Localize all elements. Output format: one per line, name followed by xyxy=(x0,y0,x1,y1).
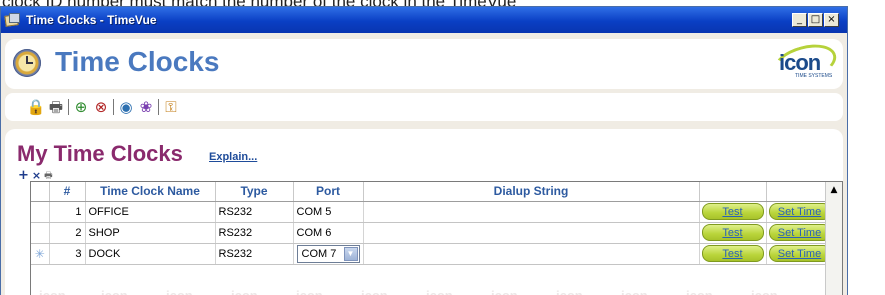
column-header-set-time xyxy=(766,182,834,202)
title-bar[interactable]: Time Clocks - TimeVue _ □ × xyxy=(1,7,847,33)
chevron-down-icon[interactable]: ▼ xyxy=(343,246,358,261)
watermark-logo: icon xyxy=(556,288,583,295)
add-row-icon[interactable]: + xyxy=(18,169,29,182)
grid-tools: + × 🖶 xyxy=(18,169,53,182)
clock-port-cell[interactable]: COM 5 xyxy=(293,201,364,223)
watermark-logo: icon xyxy=(166,288,193,295)
column-header-type[interactable]: Type xyxy=(215,182,294,202)
set-time-button[interactable]: Set Time xyxy=(768,224,831,241)
toolbar-separator xyxy=(113,99,114,115)
test-cell: Test xyxy=(699,201,767,223)
clock-type-cell[interactable]: RS232 xyxy=(215,201,294,223)
test-cell: Test xyxy=(699,222,767,244)
clock-port-cell[interactable]: COM 6 xyxy=(293,222,364,244)
test-button[interactable]: Test xyxy=(701,203,764,220)
window-title: Time Clocks - TimeVue xyxy=(26,13,157,27)
column-header-dialup[interactable]: Dialup String xyxy=(363,182,700,202)
watermark-logo: icon xyxy=(426,288,453,295)
watermark-logo: icon xyxy=(296,288,323,295)
clock-type-cell[interactable]: RS232 xyxy=(215,222,294,244)
table-header-row: # Time Clock Name Type Port Dialup Strin… xyxy=(31,182,834,202)
clock-number-cell[interactable]: 1 xyxy=(49,201,86,223)
window-controls: _ □ × xyxy=(792,13,839,27)
dialup-string-cell[interactable] xyxy=(363,243,700,265)
set-time-cell: Set Time xyxy=(766,243,834,265)
clock-number-cell[interactable]: 3 xyxy=(49,243,86,265)
minimize-button[interactable]: _ xyxy=(792,13,807,27)
clock-name-cell[interactable]: DOCK xyxy=(85,243,216,265)
scroll-up-icon[interactable]: ▲ xyxy=(828,184,840,196)
print-icon[interactable]: 🖶 xyxy=(47,98,65,116)
toolbar-separator xyxy=(158,99,159,115)
column-header-test xyxy=(699,182,767,202)
watermark-logo: icon xyxy=(751,288,778,295)
page-title: Time Clocks xyxy=(55,46,220,77)
dialup-string-cell[interactable] xyxy=(363,201,700,223)
keys-icon[interactable]: ⚿ xyxy=(162,98,180,116)
watermark-logo: icon xyxy=(361,288,388,295)
new-row-marker-icon[interactable]: ✳ xyxy=(31,243,50,265)
set-time-button[interactable]: Set Time xyxy=(768,245,831,262)
clock-name-cell[interactable]: OFFICE xyxy=(85,201,216,223)
table-row[interactable]: 2 SHOP RS232 COM 6 Test Set Time xyxy=(31,222,834,244)
toolbar-separator xyxy=(68,99,69,115)
time-clock-icon xyxy=(13,49,41,77)
port-dropdown[interactable]: COM 7 ▼ xyxy=(296,244,360,263)
port-dropdown-value: COM 7 xyxy=(301,247,337,260)
close-button[interactable]: × xyxy=(824,13,839,27)
delete-row-icon[interactable]: × xyxy=(32,170,41,181)
clock-number-cell[interactable]: 2 xyxy=(49,222,86,244)
column-header-name[interactable]: Time Clock Name xyxy=(85,182,216,202)
column-header-port[interactable]: Port xyxy=(293,182,364,202)
column-header-number[interactable]: # xyxy=(49,182,86,202)
page-header: Time Clocks icon TIME SYSTEMS xyxy=(5,38,843,89)
clock-settings-icon[interactable]: ❀ xyxy=(137,98,155,116)
watermark-logo: icon xyxy=(621,288,648,295)
watermark-logo: icon xyxy=(101,288,128,295)
clock-port-cell: COM 7 ▼ xyxy=(293,243,364,265)
row-selector[interactable] xyxy=(31,201,50,223)
table-row[interactable]: ✳ 3 DOCK RS232 COM 7 ▼ Test Set Time xyxy=(31,243,834,265)
maximize-button[interactable]: □ xyxy=(808,13,823,27)
watermark-logo: icon xyxy=(39,288,66,295)
test-cell: Test xyxy=(699,243,767,265)
set-time-button[interactable]: Set Time xyxy=(768,203,831,220)
test-button[interactable]: Test xyxy=(701,224,764,241)
watermark-logo: icon xyxy=(686,288,713,295)
app-icon xyxy=(4,13,21,27)
delete-clock-icon[interactable]: ⊗ xyxy=(92,98,110,116)
poll-clock-icon[interactable]: ◉ xyxy=(117,98,135,116)
icon-time-systems-logo: icon TIME SYSTEMS xyxy=(769,38,841,88)
row-selector-header xyxy=(31,182,50,202)
dialup-string-cell[interactable] xyxy=(363,222,700,244)
table-row[interactable]: 1 OFFICE RS232 COM 5 Test Set Time xyxy=(31,201,834,223)
clock-name-cell[interactable]: SHOP xyxy=(85,222,216,244)
timevue-window: Time Clocks - TimeVue _ □ × Time Clocks … xyxy=(0,6,848,295)
toolbar: 🔒 🖶 ⊕ ⊗ ◉ ❀ ⚿ xyxy=(5,93,843,121)
vertical-scrollbar[interactable]: ▲ xyxy=(825,182,842,295)
test-button[interactable]: Test xyxy=(701,245,764,262)
time-clocks-table: # Time Clock Name Type Port Dialup Strin… xyxy=(31,182,834,265)
row-selector[interactable] xyxy=(31,222,50,244)
print-grid-icon[interactable]: 🖶 xyxy=(44,171,53,181)
section-title: My Time Clocks xyxy=(17,141,183,166)
set-time-cell: Set Time xyxy=(766,222,834,244)
watermark-logo: icon xyxy=(231,288,258,295)
watermark-logo: icon xyxy=(491,288,518,295)
time-clocks-grid: icon icon icon icon icon icon icon icon … xyxy=(30,181,843,295)
page: clock ID number must match the number of… xyxy=(0,0,885,295)
time-clocks-panel: My Time Clocks Explain... + × 🖶 icon ico… xyxy=(5,129,843,295)
add-clock-icon[interactable]: ⊕ xyxy=(72,98,90,116)
set-time-cell: Set Time xyxy=(766,201,834,223)
clock-type-cell[interactable]: RS232 xyxy=(215,243,294,265)
lock-icon[interactable]: 🔒 xyxy=(27,98,46,116)
explain-link[interactable]: Explain... xyxy=(209,151,257,163)
